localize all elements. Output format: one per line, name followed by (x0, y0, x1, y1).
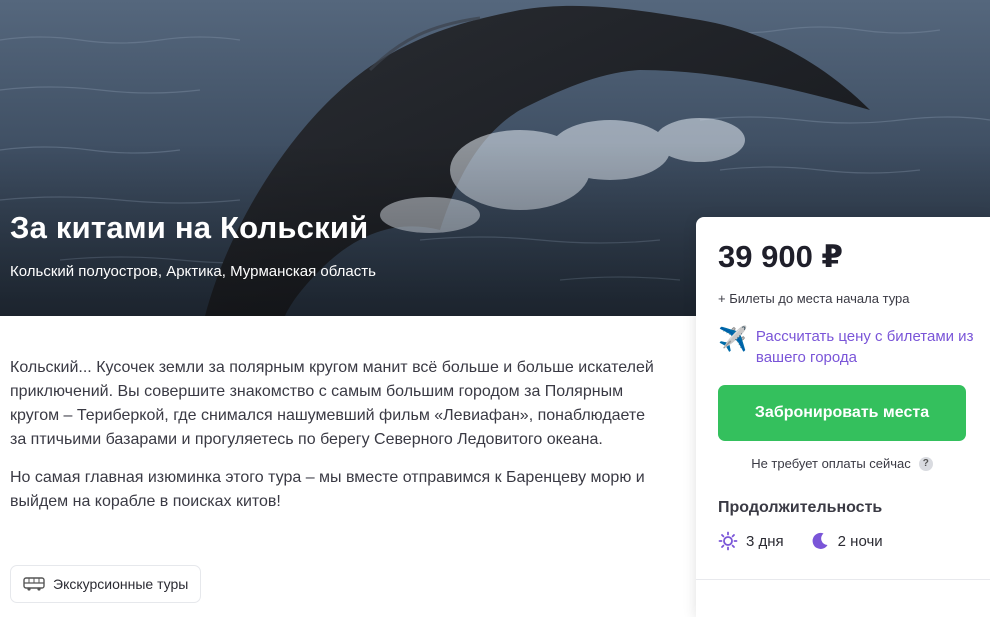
duration-title: Продолжительность (718, 499, 883, 516)
description-paragraph: Кольский... Кусочек земли за полярным кр… (10, 359, 654, 448)
booking-card: 39 900 ₽ + Билеты до места начала тура ✈… (696, 217, 990, 617)
days-label: 3 дня (746, 532, 784, 550)
price-note: + Билеты до места начала тура (718, 291, 910, 306)
duration-days: 3 дня (718, 531, 784, 551)
tour-location: Кольский полуостров, Арктика, Мурманская… (10, 263, 376, 280)
moon-icon (812, 532, 828, 549)
duration-info: 3 дня 2 ночи (718, 531, 883, 551)
help-icon[interactable]: ? (918, 456, 933, 471)
book-button[interactable]: Забронировать места (718, 385, 966, 441)
no-payment-text: Не требует оплаты сейчас (751, 456, 911, 471)
card-divider (696, 579, 990, 580)
duration-nights: 2 ночи (810, 531, 883, 551)
tour-category-tag[interactable]: Экскурсионные туры (10, 565, 202, 603)
nights-label: 2 ночи (837, 532, 883, 550)
tour-price: 39 900 ₽ (718, 239, 843, 274)
tour-description: Кольский... Кусочек земли за полярным кр… (10, 356, 660, 514)
airplane-icon: ✈️ (718, 326, 748, 353)
calculate-price-block: ✈️ Рассчитать цену с билетами из вашего … (718, 326, 978, 368)
calculate-price-link[interactable]: Рассчитать цену с билетами из вашего гор… (756, 326, 978, 368)
bus-icon (23, 577, 45, 591)
sun-icon (718, 531, 738, 551)
description-paragraph: Но самая главная изюминка этого тура – м… (10, 469, 645, 510)
tag-label: Экскурсионные туры (53, 576, 189, 592)
no-payment-note: Не требует оплаты сейчас ? (718, 456, 966, 471)
tour-title: За китами на Кольский (10, 210, 369, 245)
